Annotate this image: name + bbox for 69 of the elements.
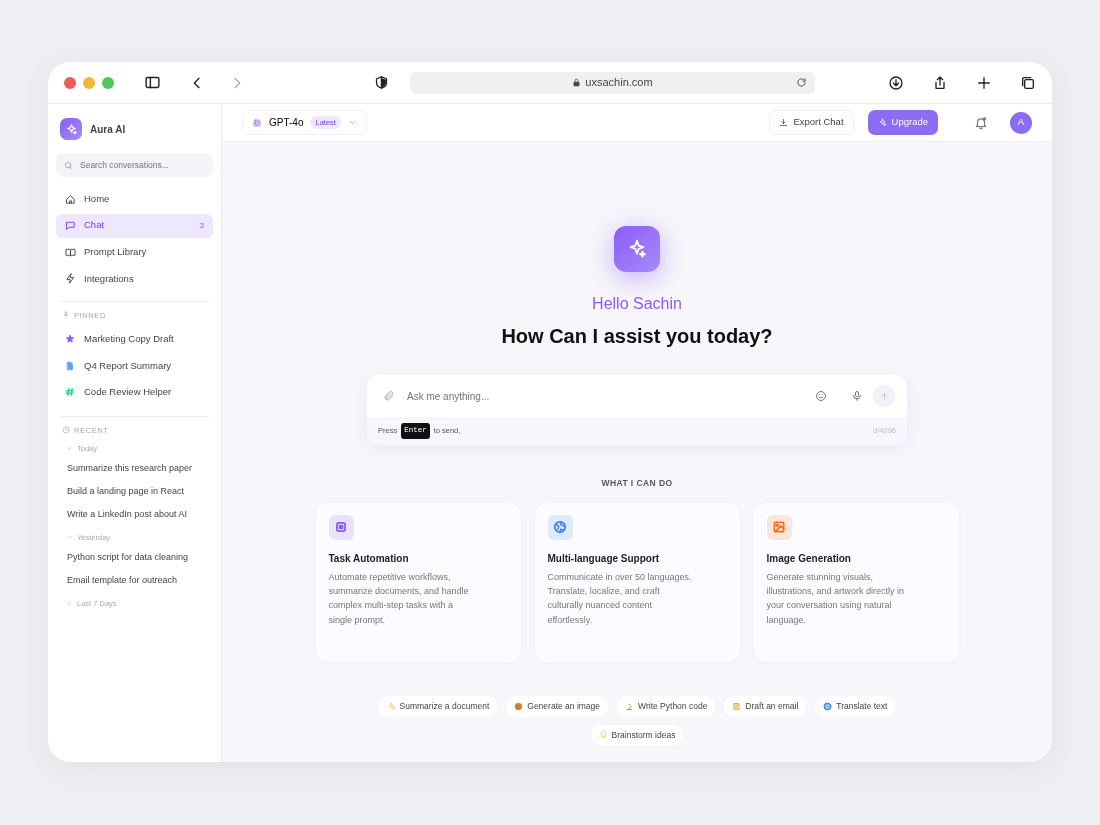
card-description: Generate stunning visuals, illustrations, and artwork directly in your conversation using natural language.	[766, 570, 906, 627]
book-icon	[65, 246, 76, 258]
card-description: Communicate in over 50 languages. Translate, localize, and craft culturally nuanced content effortlessly.	[547, 570, 693, 627]
card-title: Task Automation	[328, 551, 410, 566]
conversation-item[interactable]: Email template for outreach	[56, 568, 213, 592]
greeting: Hello Sachin	[592, 294, 682, 314]
nav-item[interactable]: Home	[56, 187, 213, 211]
share-icon[interactable]	[932, 74, 948, 91]
chevron-down-icon	[347, 118, 357, 127]
pinned-item[interactable]: Code Review Helper	[56, 379, 213, 406]
section-heading: WHAT I CAN DO	[601, 477, 673, 490]
microphone-icon[interactable]	[851, 390, 863, 402]
suggestion-chip[interactable]: Draft an email	[724, 695, 807, 717]
pinned-item[interactable]: Marketing Copy Draft	[56, 326, 213, 353]
suggestion-chip[interactable]: Translate text	[815, 695, 896, 717]
suggestion-chip[interactable]: Generate an image	[506, 695, 609, 717]
avatar[interactable]: A	[1010, 111, 1032, 134]
bolt-icon	[65, 273, 76, 285]
search-field[interactable]: Search conversations...	[56, 153, 213, 177]
conversation-item[interactable]: Write a LinkedIn post about AI	[56, 502, 213, 526]
conversation-item[interactable]: Build a landing page in React	[56, 479, 213, 503]
url-text: uxsachin.com	[585, 75, 653, 91]
tabs-icon[interactable]	[1020, 74, 1036, 91]
reload-icon[interactable]	[796, 77, 807, 88]
globe-icon	[823, 701, 833, 711]
sidebar-toggle-icon[interactable]	[144, 74, 161, 91]
conversation-item[interactable]: Summarize this research paper	[56, 456, 213, 480]
maximize-dot[interactable]	[102, 76, 114, 89]
download-icon[interactable]	[888, 74, 904, 91]
nav-item[interactable]: Prompt Library	[56, 240, 213, 265]
card-description: Automate repetitive workflows, summarize documents, and handle complex multi-step tasks with a single prompt.	[328, 570, 470, 627]
bell-icon[interactable]	[974, 115, 988, 130]
brand-name: Aura AI	[90, 122, 126, 137]
suggestion-chip[interactable]: Write Python code	[617, 695, 716, 717]
notepad-icon	[732, 701, 742, 711]
plus-icon[interactable]	[976, 74, 992, 91]
chevron-down-icon	[66, 534, 73, 542]
chevron-down-icon	[66, 445, 73, 453]
paperclip-icon[interactable]	[383, 390, 395, 402]
arrow-up-icon	[879, 391, 889, 401]
download-icon	[779, 118, 789, 127]
pinned-item[interactable]: Q4 Report Summary	[56, 352, 213, 380]
card-title: Image Generation	[766, 551, 852, 566]
house-icon	[65, 193, 76, 205]
search-icon	[64, 160, 73, 170]
message-input[interactable]: Ask me anything...	[405, 387, 805, 405]
upgrade-button[interactable]: Upgrade	[867, 110, 938, 135]
address-bar[interactable]: uxsachin.com	[410, 71, 815, 94]
close-dot[interactable]	[64, 76, 76, 89]
shield-icon[interactable]	[374, 75, 389, 90]
sparkle-icon	[877, 118, 887, 127]
emoji-icon[interactable]	[815, 390, 827, 402]
pin-icon	[62, 311, 70, 320]
chevron-right-icon	[66, 600, 73, 608]
sparkle-icon	[386, 701, 396, 711]
lightbulb-icon	[598, 730, 608, 740]
conversation-item[interactable]: Python script for data cleaning	[56, 545, 213, 569]
headline: How Can I assist you today?	[501, 324, 773, 349]
suggestion-chip[interactable]: Summarize a document	[378, 695, 498, 717]
suggestion-chip[interactable]: Brainstorm ideas	[590, 724, 684, 746]
export-button[interactable]: Export Chat	[769, 110, 854, 135]
lock-icon	[572, 78, 582, 87]
clock-icon	[62, 426, 70, 435]
chip-icon	[252, 117, 262, 128]
message-icon	[65, 220, 76, 232]
minimize-dot[interactable]	[83, 76, 95, 89]
nav-item[interactable]: Integrations	[56, 266, 213, 291]
card-title: Multi-language Support	[547, 551, 661, 566]
search-input[interactable]: Search conversations...	[78, 157, 205, 173]
